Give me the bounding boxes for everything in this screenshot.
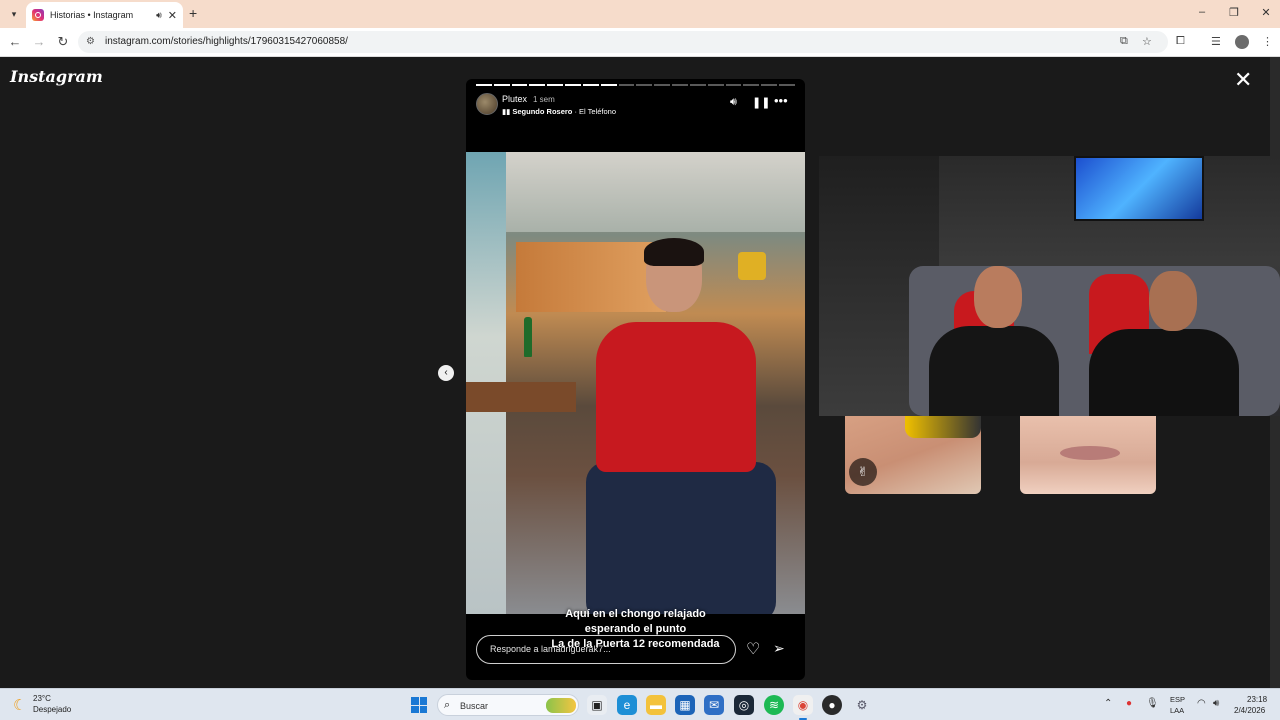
taskbar: ☾ 23°C Despejado ⌕ Buscar ▣ e ▬ ▦ ✉ ◎ ≋ …: [0, 688, 1280, 720]
search-highlight-icon: [546, 698, 576, 713]
progress-segment: [725, 84, 742, 86]
story-photo: [466, 152, 805, 614]
progress-segment: [618, 84, 635, 86]
new-tab-button[interactable]: +: [189, 5, 197, 21]
wifi-icon[interactable]: ◠: [1197, 698, 1206, 709]
like-heart-icon[interactable]: ♡: [746, 639, 760, 659]
weather-temperature[interactable]: 23°C: [33, 694, 51, 703]
progress-segment: [761, 84, 778, 86]
task-view-icon[interactable]: ▣: [587, 695, 607, 715]
chevron-up-icon[interactable]: ⌃: [1104, 698, 1112, 709]
music-bars-icon: ▮▮: [502, 107, 511, 116]
more-options-icon[interactable]: •••: [774, 93, 788, 108]
story-header: Plutex 1 sem ▮▮ Segundo Rosero · El Telé…: [476, 93, 795, 119]
extensions-icon[interactable]: ⧠: [1176, 35, 1185, 48]
spotify-icon[interactable]: ≋: [764, 695, 784, 715]
windows-start-icon[interactable]: [411, 697, 427, 713]
story-viewer[interactable]: Plutex 1 sem ▮▮ Segundo Rosero · El Telé…: [466, 79, 805, 680]
progress-segment: [743, 84, 760, 86]
progress-segment: [689, 84, 706, 86]
story-progress-bar: [476, 84, 795, 86]
reply-placeholder: Responde a lamadriguerak7...: [490, 644, 611, 654]
search-label: Buscar: [460, 701, 489, 711]
volume-tray-icon[interactable]: 🔊︎: [1213, 698, 1219, 709]
address-bar[interactable]: ⚙︎ instagram.com/stories/highlights/1796…: [78, 31, 1168, 53]
window-close-button[interactable]: ✕: [1256, 6, 1276, 19]
reload-icon[interactable]: ↻: [54, 34, 72, 50]
progress-segment: [672, 84, 688, 86]
profile-avatar[interactable]: [1235, 35, 1249, 49]
progress-segment: [529, 84, 546, 86]
progress-segment: [707, 84, 724, 86]
store-icon[interactable]: ▦: [675, 695, 695, 715]
story-ring-icon: ✌: [849, 458, 877, 486]
forward-arrow-icon[interactable]: →: [30, 34, 48, 49]
volume-icon[interactable]: 🔊︎: [730, 96, 737, 109]
speaker-icon[interactable]: 🔊︎: [156, 10, 162, 21]
user-avatar[interactable]: [476, 93, 498, 115]
tab-title: Historias • Instagram: [50, 10, 134, 20]
progress-segment: [493, 84, 510, 86]
tab-close-icon[interactable]: ✕: [168, 9, 177, 22]
instagram-favicon-icon: [32, 9, 44, 21]
music-artist: Segundo Rosero: [512, 107, 573, 116]
file-explorer-icon[interactable]: ▬: [646, 695, 666, 715]
steam-icon[interactable]: ◎: [734, 695, 754, 715]
caption-line: Aquí en el chongo relajado: [565, 608, 706, 620]
obs-icon[interactable]: ●: [822, 695, 842, 715]
progress-segment: [654, 84, 671, 86]
search-icon: ⌕: [444, 699, 451, 711]
cast-icon[interactable]: ⧉: [1120, 35, 1128, 48]
site-info-icon[interactable]: ⚙︎: [86, 36, 95, 47]
browser-toolbar: ← → ↻ ⚙︎ instagram.com/stories/highlight…: [0, 28, 1280, 57]
next-story-thumbnail[interactable]: ✌: [845, 416, 981, 494]
clock-date[interactable]: 2/4/2026: [1234, 706, 1265, 715]
chrome-icon[interactable]: ◉: [793, 695, 813, 720]
music-song: El Teléfono: [579, 107, 617, 116]
send-icon[interactable]: ➢: [773, 640, 785, 657]
tray-app-icon[interactable]: ●: [1126, 698, 1132, 709]
progress-segment: [547, 84, 564, 86]
taskbar-search[interactable]: ⌕ Buscar: [437, 694, 579, 716]
story-username[interactable]: Plutex: [502, 94, 527, 104]
url-text[interactable]: instagram.com/stories/highlights/1796031…: [105, 36, 348, 47]
settings-gear-icon[interactable]: ⚙: [852, 695, 872, 715]
edge-icon[interactable]: e: [617, 695, 637, 715]
next-story-thumbnail[interactable]: [1020, 416, 1156, 494]
story-music[interactable]: ▮▮ Segundo Rosero · El Teléfono: [502, 107, 616, 116]
progress-segment: [565, 84, 581, 86]
tab-search-button[interactable]: ▾: [6, 6, 22, 22]
back-arrow-icon[interactable]: ←: [6, 34, 24, 49]
clock-time[interactable]: 23:18: [1247, 695, 1267, 704]
progress-segment: [779, 84, 795, 86]
progress-segment: [582, 84, 599, 86]
pause-icon[interactable]: ❚❚: [752, 96, 770, 109]
microphone-icon[interactable]: 🎙︎: [1146, 698, 1159, 709]
restore-button[interactable]: ❐: [1224, 6, 1244, 19]
media-control-icon[interactable]: ☰: [1211, 35, 1221, 48]
reply-input[interactable]: Responde a lamadriguerak7...: [476, 635, 736, 664]
weather-description[interactable]: Despejado: [33, 705, 71, 714]
instagram-logo[interactable]: Instagram: [10, 67, 103, 86]
minimize-button[interactable]: –: [1192, 6, 1212, 18]
webcam-overlay: [819, 156, 1280, 416]
previous-story-button[interactable]: ‹: [438, 365, 454, 381]
moon-icon[interactable]: ☾: [13, 696, 26, 714]
close-stories-icon[interactable]: ✕: [1234, 69, 1252, 91]
browser-menu-icon[interactable]: ⋮: [1262, 35, 1273, 48]
keyboard-layout[interactable]: LAA: [1170, 706, 1184, 715]
tab-instagram[interactable]: Historias • Instagram 🔊︎ ✕: [26, 2, 183, 28]
language-indicator[interactable]: ESP: [1170, 695, 1185, 704]
outlook-icon[interactable]: ✉: [704, 695, 724, 715]
progress-segment: [511, 84, 528, 86]
bookmark-star-icon[interactable]: ☆: [1142, 35, 1152, 48]
progress-segment: [600, 84, 617, 86]
progress-segment: [636, 84, 653, 86]
story-time: 1 sem: [533, 95, 555, 104]
instagram-stories-page: Instagram ✕ ‹ Plutex 1 sem ▮▮ Segundo Ro…: [0, 57, 1280, 688]
progress-segment: [476, 84, 492, 86]
tab-strip: ▾ Historias • Instagram 🔊︎ ✕ + – ❐ ✕: [0, 0, 1280, 28]
